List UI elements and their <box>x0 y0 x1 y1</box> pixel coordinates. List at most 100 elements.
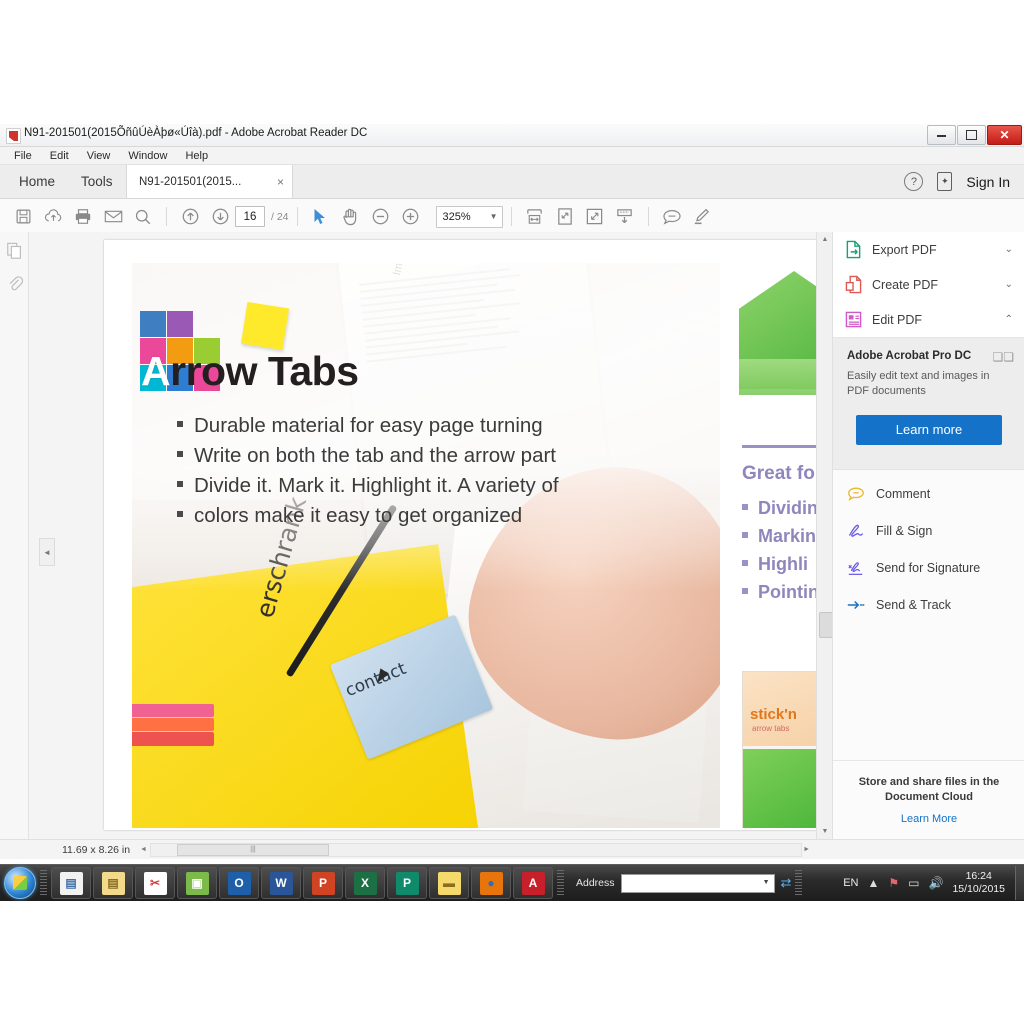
address-input[interactable]: ▼ <box>620 873 775 893</box>
show-hidden-icon[interactable]: ▲ <box>867 876 879 890</box>
horizontal-scrollbar-thumb[interactable]: ||| <box>177 843 329 856</box>
hand-tool-icon[interactable] <box>336 202 366 232</box>
tab-tools[interactable]: Tools <box>66 165 128 198</box>
tab-home[interactable]: Home <box>4 165 70 198</box>
scroll-mode-icon[interactable] <box>610 202 640 232</box>
language-indicator[interactable]: EN <box>843 877 858 889</box>
cloud-promo-text: Store and share files in the Document Cl… <box>858 776 1000 804</box>
publisher-icon: P <box>395 871 419 895</box>
scrollbar-thumb[interactable] <box>819 612 833 638</box>
create-pdf-icon <box>845 275 862 294</box>
list-item: Highli <box>742 551 816 579</box>
fill-sign-tool-row[interactable]: Fill & Sign <box>833 513 1024 550</box>
sign-in-button[interactable]: Sign In <box>966 174 1018 190</box>
mobile-link-icon[interactable]: ✦ <box>937 172 953 191</box>
taskbar-item-sticky-notes[interactable]: ▬ <box>429 867 469 899</box>
next-page-icon[interactable] <box>205 202 235 232</box>
print-icon[interactable] <box>68 202 98 232</box>
taskbar-grip-2[interactable] <box>557 870 564 896</box>
cloud-learn-more-link[interactable]: Learn More <box>833 813 1024 825</box>
help-icon[interactable]: ? <box>904 172 924 191</box>
create-pdf-row[interactable]: Create PDF ⌄ <box>833 267 1024 302</box>
scroll-down-arrow[interactable]: ▼ <box>817 824 833 839</box>
taskbar-item-word[interactable]: W <box>261 867 301 899</box>
network-flag-icon[interactable]: ⚑ <box>888 876 899 890</box>
show-desktop-button[interactable] <box>1015 866 1024 900</box>
taskbar-item-photo-viewer[interactable]: ▣ <box>177 867 217 899</box>
email-icon[interactable] <box>98 202 128 232</box>
tab-document[interactable]: N91-201501(2015... × <box>126 165 293 198</box>
page-number-input[interactable]: 16 <box>235 206 265 227</box>
taskbar-grip[interactable] <box>40 870 47 896</box>
close-button[interactable]: ✕ <box>987 125 1022 145</box>
chevron-down-icon[interactable]: ▼ <box>763 879 770 886</box>
menu-item-edit[interactable]: Edit <box>41 150 78 162</box>
page-dimensions-label: 11.69 x 8.26 in <box>62 843 131 856</box>
select-cursor-icon[interactable] <box>306 202 336 232</box>
fit-width-icon[interactable] <box>520 202 550 232</box>
taskbar-grip-3[interactable] <box>795 870 803 896</box>
taskbar-item-acrobat-reader[interactable]: A <box>513 867 553 899</box>
maximize-button[interactable] <box>957 125 986 145</box>
taskbar-item-outlook[interactable]: O <box>219 867 259 899</box>
go-arrow-icon[interactable]: ⇄ <box>781 875 792 891</box>
learn-more-button[interactable]: Learn more <box>856 414 1002 445</box>
send-track-tool-row[interactable]: Send & Track <box>833 587 1024 624</box>
start-orb-icon[interactable] <box>4 867 36 899</box>
previous-page-arrow[interactable]: ◄ <box>39 538 55 566</box>
search-icon[interactable] <box>128 202 158 232</box>
close-tab-icon[interactable]: × <box>277 175 284 189</box>
edit-pdf-row[interactable]: Edit PDF ⌃ <box>833 302 1024 337</box>
photo-colored-tabs <box>132 703 215 746</box>
scroll-right-arrow[interactable]: ► <box>803 846 810 853</box>
page-thumbnails-icon[interactable] <box>6 242 23 260</box>
taskbar-item-windows-explorer[interactable]: ▤ <box>51 867 91 899</box>
send-for-signature-tool-row[interactable]: Send for Signature <box>833 550 1024 587</box>
export-pdf-label: Export PDF <box>872 242 937 257</box>
scroll-left-arrow[interactable]: ◄ <box>140 846 147 853</box>
comment-icon[interactable] <box>657 202 687 232</box>
list-item-continuation: colors make it easy to get organized <box>177 501 637 530</box>
attachments-icon[interactable] <box>6 274 23 292</box>
taskbar-item-scissors[interactable]: ✂ <box>135 867 175 899</box>
acrobat-reader-icon: A <box>521 871 545 895</box>
fullscreen-icon[interactable] <box>580 202 610 232</box>
previous-page-icon[interactable] <box>175 202 205 232</box>
chevron-down-icon[interactable]: ⌄ <box>1005 279 1013 290</box>
document-vertical-scrollbar[interactable]: ▲ ▼ <box>816 232 833 839</box>
chevron-up-icon[interactable]: ⌃ <box>1005 314 1013 325</box>
cloud-upload-icon[interactable] <box>38 202 68 232</box>
export-pdf-row[interactable]: Export PDF ⌄ <box>833 232 1024 267</box>
taskbar-item-powerpoint[interactable]: P <box>303 867 343 899</box>
menu-item-view[interactable]: View <box>78 150 120 162</box>
taskbar-clock[interactable]: 16:24 15/10/2015 <box>952 870 1009 896</box>
menu-item-window[interactable]: Window <box>119 150 176 162</box>
export-pdf-icon <box>845 240 862 259</box>
highlight-icon[interactable] <box>687 202 717 232</box>
taskbar-item-publisher[interactable]: P <box>387 867 427 899</box>
horizontal-scrollbar[interactable]: ||| <box>150 842 802 857</box>
zoom-level-select[interactable]: 325% ▼ <box>435 205 503 228</box>
taskbar-item-excel[interactable]: X <box>345 867 385 899</box>
excel-icon: X <box>353 871 377 895</box>
taskbar-item-firefox[interactable]: ● <box>471 867 511 899</box>
list-item: Markin <box>742 523 816 551</box>
taskbar-buttons: ▤ ▤ ✂ ▣ O W P X P ▬ ● A <box>51 867 553 899</box>
taskbar-item-file-folder[interactable]: ▤ <box>93 867 133 899</box>
menu-item-file[interactable]: File <box>5 150 41 162</box>
document-viewport[interactable]: ◄ ► Im Winterwunderland <box>29 232 816 839</box>
toolbar-divider-2 <box>296 207 298 226</box>
menu-item-help[interactable]: Help <box>176 150 217 162</box>
chevron-down-icon[interactable]: ⌄ <box>1005 244 1013 255</box>
action-center-icon[interactable]: ▭ <box>908 876 919 890</box>
rotate-page-icon[interactable] <box>550 202 580 232</box>
zoom-in-icon[interactable] <box>396 202 426 232</box>
zoom-out-icon[interactable] <box>366 202 396 232</box>
comment-tool-row[interactable]: Comment <box>833 476 1024 513</box>
scroll-up-arrow[interactable]: ▲ <box>817 232 833 247</box>
send-track-tool-label: Send & Track <box>876 598 952 613</box>
save-icon[interactable] <box>8 202 38 232</box>
minimize-button[interactable] <box>927 125 956 145</box>
volume-icon[interactable]: 🔊 <box>928 876 943 890</box>
window-title: N91-201501(2015ÕñûÚèÀþø«Úîà).pdf - Adobe… <box>24 127 368 139</box>
